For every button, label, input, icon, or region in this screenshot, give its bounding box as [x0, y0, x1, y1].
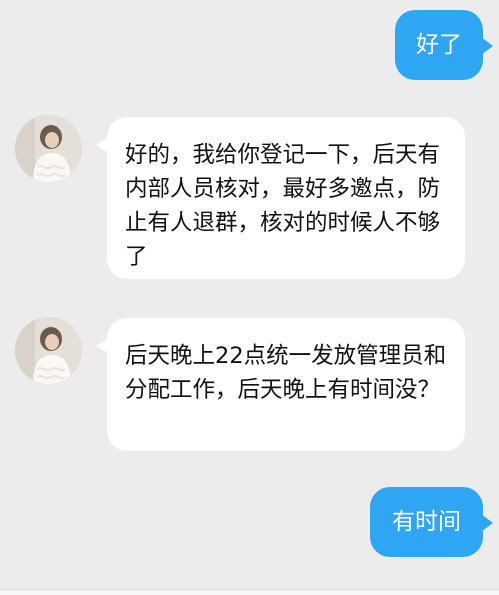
outgoing-message-bubble[interactable]: 好了 [395, 10, 493, 80]
message-text: 有时间 [392, 509, 461, 535]
message-text: 好的，我给你登记一下，后天有内部人员核对，最好多邀点，防止有人退群，核对的时候人… [125, 142, 441, 270]
message-text: 好了 [416, 32, 462, 58]
bubble-tail [96, 137, 109, 153]
contact-avatar-photo-icon [15, 317, 82, 384]
bubble-tail [481, 37, 493, 55]
bubble-tail [481, 514, 493, 532]
contact-avatar[interactable] [15, 115, 82, 182]
incoming-message-bubble[interactable]: 好的，我给你登记一下，后天有内部人员核对，最好多邀点，防止有人退群，核对的时候人… [96, 117, 465, 279]
contact-avatar[interactable] [15, 317, 82, 384]
bubble-tail [96, 338, 109, 354]
incoming-message-bubble[interactable]: 后天晚上22点统一发放管理员和分配工作，后天晚上有时间没？ [96, 318, 465, 451]
contact-avatar-photo-icon [15, 115, 82, 182]
input-bar-edge [0, 589, 499, 595]
chat-thread: 好了 好的，我给你登记一下，后天有内部人员核对，最好多邀点，防止有人退群，核对的… [0, 0, 499, 595]
outgoing-message-bubble[interactable]: 有时间 [370, 487, 493, 557]
message-text: 后天晚上22点统一发放管理员和分配工作，后天晚上有时间没？ [125, 343, 447, 403]
